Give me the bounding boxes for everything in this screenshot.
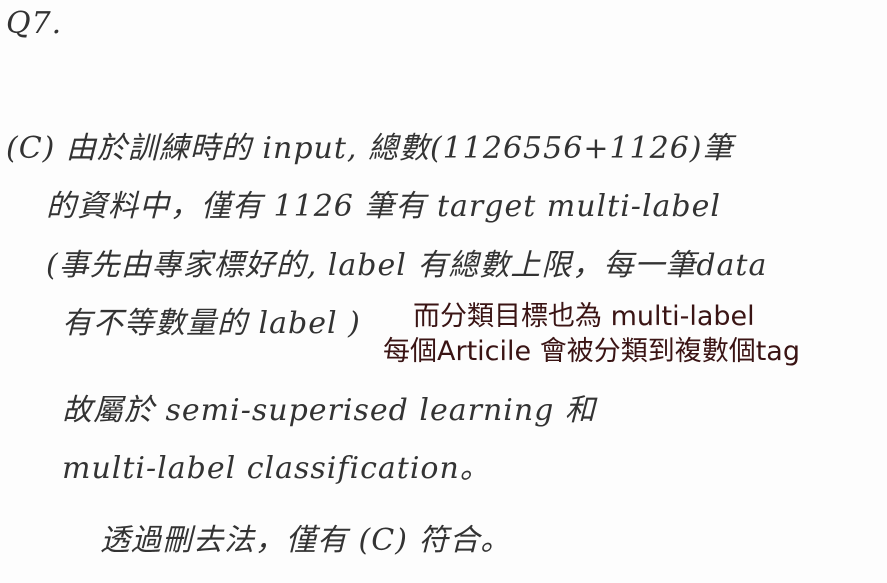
- handwritten-line-3: (事先由專家標好的, label 有總數上限，每一筆data: [46, 248, 768, 283]
- handwritten-line-5: 故屬於 semi-superised learning 和: [62, 393, 596, 428]
- typed-annotation-line-1: 而分類目標也為 multi-label: [413, 301, 755, 332]
- typed-annotation-line-2: 每個Articile 會被分類到複數個tag: [383, 336, 800, 367]
- question-number: Q7.: [6, 6, 63, 41]
- handwritten-line-4: 有不等數量的 label ): [62, 306, 361, 341]
- handwritten-line-7: 透過刪去法，僅有 (C) 符合。: [100, 523, 512, 558]
- handwritten-line-1: (C) 由於訓練時的 input, 總數(1126556+1126)筆: [6, 131, 734, 166]
- handwritten-line-2: 的資料中，僅有 1126 筆有 target multi-label: [46, 189, 721, 224]
- handwritten-line-6: multi-label classification。: [62, 451, 491, 486]
